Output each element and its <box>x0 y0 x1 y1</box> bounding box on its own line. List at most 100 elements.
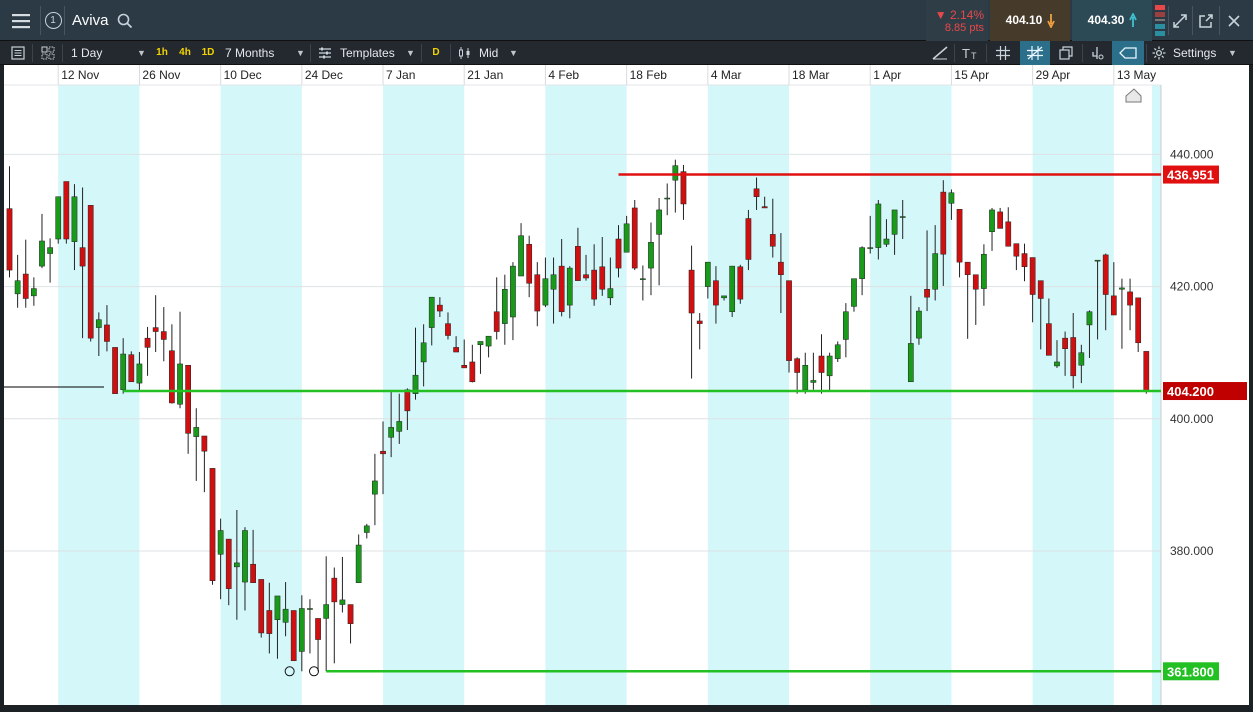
week-shade-band <box>58 85 140 705</box>
date-tick-label: 29 Apr <box>1036 68 1071 82</box>
candle-body <box>282 608 289 623</box>
candle-body <box>31 288 37 297</box>
candle-body <box>22 273 29 299</box>
interval-caret-icon[interactable]: ▼ <box>137 41 146 65</box>
candle-body <box>331 577 338 603</box>
candle-body <box>477 341 484 346</box>
candle-body <box>550 274 557 290</box>
chart-toolbar: 1 Day ▼ 1h 4h 1D 7 Months ▼ Templates ▼ … <box>0 41 1253 65</box>
candle-body <box>315 618 321 640</box>
candle-body <box>891 209 898 235</box>
candle-body <box>534 274 541 312</box>
settings-caret-icon[interactable]: ▼ <box>1228 41 1237 65</box>
interval-4h-button[interactable]: 4h <box>176 44 194 62</box>
bottom-border <box>0 705 1253 712</box>
candle-body <box>307 608 313 610</box>
label-tag-toggle[interactable] <box>1112 41 1144 65</box>
gear-icon[interactable] <box>1150 41 1168 65</box>
candle-body <box>355 544 362 583</box>
chart-canvas[interactable]: 12 Nov 26 Nov 10 Dec 24 Dec 7 Jan 21 Jan 4 Feb… <box>4 65 1249 705</box>
candle-body <box>907 343 914 383</box>
candle-body <box>899 216 906 218</box>
buy-price-button[interactable]: 404.30 <box>1072 0 1152 41</box>
candle-body <box>388 427 394 438</box>
date-tick-label: 18 Mar <box>792 68 829 82</box>
sell-price-button[interactable]: 404.10 <box>990 0 1070 41</box>
change-percent: ▼ 2.14% <box>934 8 984 22</box>
candle-body <box>169 350 175 404</box>
candle-body <box>1143 351 1150 392</box>
date-tick-label: 12 Nov <box>61 68 99 82</box>
depth-bars-icon[interactable] <box>1154 0 1166 41</box>
layout-icon[interactable] <box>36 41 60 65</box>
candle-body <box>160 331 167 340</box>
candle-body <box>493 311 500 332</box>
candle-body <box>112 347 118 394</box>
templates-button[interactable]: Templates <box>340 41 395 65</box>
text-size-icon[interactable]: TT <box>958 41 984 65</box>
price-mode-caret-icon[interactable]: ▼ <box>509 41 518 65</box>
date-tick-label: 10 Dec <box>224 68 262 82</box>
date-tick-label: 4 Feb <box>548 68 579 82</box>
svg-text:T: T <box>962 46 970 60</box>
candle-body <box>1086 311 1093 326</box>
candle-body <box>981 253 987 289</box>
account-badge[interactable]: 1 <box>42 0 64 41</box>
indicator-icon[interactable] <box>1086 41 1108 65</box>
candle-body <box>558 265 565 312</box>
candle-body <box>737 266 744 300</box>
candle-body <box>1005 221 1012 247</box>
candle-body <box>526 244 533 284</box>
crosshair-grid-toggle[interactable] <box>1020 41 1050 65</box>
price-mode-select[interactable]: Mid <box>479 41 498 65</box>
svg-text:T: T <box>971 51 977 60</box>
range-select[interactable]: 7 Months <box>225 41 274 65</box>
popout-icon[interactable] <box>1196 0 1216 41</box>
price-change-box: ▼ 2.14% 8.85 pts <box>926 0 988 41</box>
change-points: 8.85 pts <box>944 22 984 34</box>
candle-body <box>404 389 411 412</box>
candle-body <box>778 261 784 275</box>
close-icon[interactable] <box>1224 0 1244 41</box>
account-number: 1 <box>44 12 62 29</box>
candle-body <box>883 238 890 245</box>
templates-caret-icon[interactable]: ▼ <box>406 41 415 65</box>
candle-body <box>185 365 191 434</box>
expand-icon[interactable] <box>1170 0 1190 41</box>
grid-icon[interactable] <box>990 41 1016 65</box>
candle-body <box>201 435 208 452</box>
templates-icon[interactable] <box>316 41 334 65</box>
hamburger-menu-icon[interactable] <box>4 0 38 41</box>
interval-1h-button[interactable]: 1h <box>153 44 171 62</box>
search-icon[interactable] <box>114 0 136 41</box>
candle-body <box>1102 254 1109 295</box>
level-price-label: 404.200 <box>1167 384 1214 399</box>
date-tick-label: 21 Jan <box>467 68 503 82</box>
candle-body <box>518 235 524 277</box>
price-chart[interactable]: 12 Nov 26 Nov 10 Dec 24 Dec 7 Jan 21 Jan 4 Feb… <box>4 65 1249 705</box>
candle-body <box>445 323 451 336</box>
candle-body <box>640 278 646 280</box>
candles-icon[interactable] <box>456 41 474 65</box>
candle-body <box>940 191 947 255</box>
candle-body <box>631 207 638 269</box>
week-shade-band <box>383 85 465 705</box>
layers-icon[interactable] <box>1053 41 1079 65</box>
settings-button[interactable]: Settings <box>1173 41 1216 65</box>
candle-body <box>453 347 459 353</box>
candle-body <box>193 427 200 437</box>
candle-body <box>485 335 492 347</box>
interval-1d-button[interactable]: 1D <box>198 44 218 62</box>
candle-body <box>339 599 346 605</box>
drawing-anchor-handle <box>309 666 319 677</box>
candle-body <box>753 188 760 197</box>
candle-body <box>347 604 354 624</box>
instrument-header: 1 Aviva ▼ 2.14% 8.85 pts 404.10 404.30 <box>0 0 1253 41</box>
interval-select[interactable]: 1 Day <box>71 41 102 65</box>
chart-type-badge[interactable]: D <box>428 44 444 62</box>
trading-app: 1 Aviva ▼ 2.14% 8.85 pts 404.10 404.30 1… <box>0 0 1253 712</box>
list-view-icon[interactable] <box>6 41 30 65</box>
draw-line-icon[interactable] <box>928 41 952 65</box>
candle-body <box>761 206 768 209</box>
range-caret-icon[interactable]: ▼ <box>296 41 305 65</box>
